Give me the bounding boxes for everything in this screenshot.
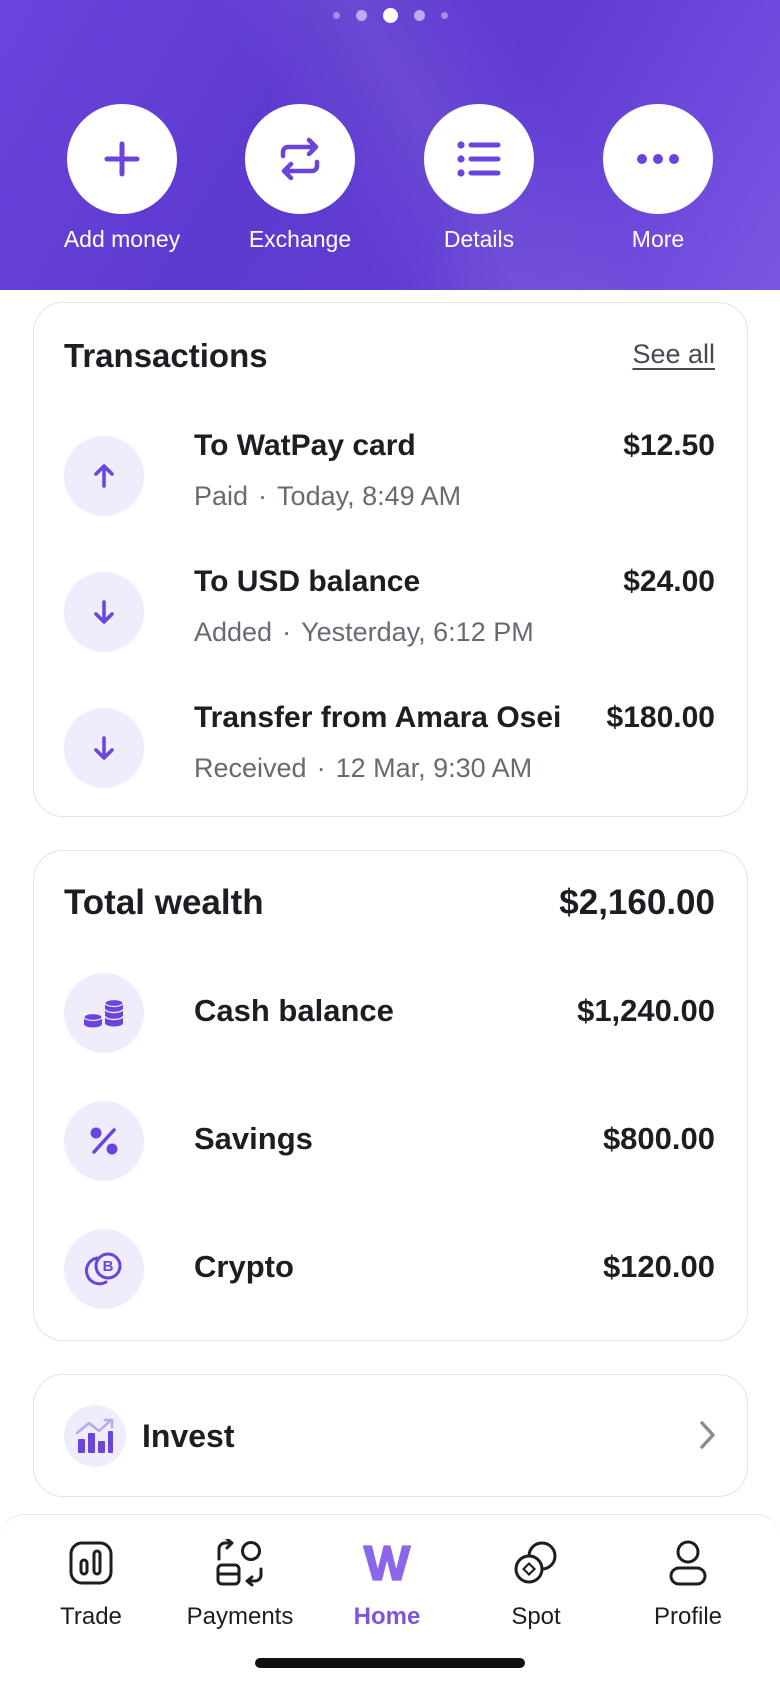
payments-icon (214, 1537, 266, 1589)
transaction-time: Today, 8:49 AM (277, 481, 462, 511)
arrow-down-icon (94, 600, 114, 624)
arrow-up-icon (94, 464, 114, 488)
invest-icon-bubble (64, 1405, 126, 1467)
transactions-card: Transactions See all To WatPay card Paid… (33, 302, 748, 817)
bottom-navigation: Trade Payments Home Spot Profile (0, 1514, 780, 1688)
transaction-title: To USD balance (194, 565, 421, 598)
total-wealth-amount: $2,160.00 (559, 883, 715, 922)
trade-icon (65, 1537, 117, 1589)
carousel-page-indicator (0, 8, 780, 23)
total-wealth-card[interactable]: Total wealth $2,160.00 Cash balance $1,2… (33, 850, 748, 1341)
invest-label: Invest (142, 1418, 235, 1454)
wealth-icon-bubble (64, 973, 144, 1053)
add-money-circle[interactable] (67, 104, 177, 214)
wealth-icon-bubble: B (64, 1229, 144, 1309)
nav-item-home[interactable]: Home (312, 1537, 462, 1631)
separator-dot: · (258, 481, 268, 511)
svg-text:B: B (103, 1258, 114, 1275)
more-button[interactable]: More (568, 104, 748, 253)
home-logo-icon (361, 1537, 413, 1589)
header-banner: Add money Exchange Details More (0, 0, 780, 290)
nav-item-trade[interactable]: Trade (16, 1537, 166, 1631)
transaction-status: Paid (194, 481, 249, 511)
wealth-label: Cash balance (194, 993, 394, 1028)
transaction-status: Added (194, 617, 273, 647)
separator-dot: · (316, 753, 326, 783)
details-button[interactable]: Details (389, 104, 569, 253)
details-label: Details (443, 226, 515, 252)
transaction-icon-bubble (64, 436, 144, 516)
wealth-amount: $1,240.00 (577, 993, 715, 1028)
nav-label: Payments (186, 1603, 294, 1630)
transaction-amount: $12.50 (623, 429, 715, 462)
more-label: More (631, 226, 685, 252)
exchange-label: Exchange (248, 226, 352, 252)
transaction-icon-bubble (64, 708, 144, 788)
nav-item-profile[interactable]: Profile (613, 1537, 763, 1631)
nav-label: Home (353, 1603, 421, 1630)
more-circle[interactable] (603, 104, 713, 214)
home-indicator-bar[interactable] (255, 1658, 525, 1668)
wealth-row-cash[interactable]: Cash balance $1,240.00 (64, 973, 715, 1053)
more-dots-icon (637, 154, 679, 164)
nav-label: Spot (511, 1603, 561, 1630)
nav-item-spot[interactable]: Spot (461, 1537, 611, 1631)
list-icon (457, 141, 501, 177)
transaction-subtitle: Added · Yesterday, 6:12 PM (194, 617, 534, 648)
coins-icon (83, 998, 124, 1028)
transaction-title: To WatPay card (194, 429, 416, 462)
transaction-icon-bubble (64, 572, 144, 652)
transaction-amount: $24.00 (623, 565, 715, 598)
nav-label: Profile (653, 1603, 723, 1630)
wealth-row-savings[interactable]: Savings $800.00 (64, 1101, 715, 1181)
wealth-label: Savings (194, 1121, 313, 1156)
carousel-dot-active[interactable] (382, 8, 398, 23)
transaction-status: Received (194, 753, 307, 783)
exchange-circle[interactable] (245, 104, 355, 214)
spot-icon (510, 1537, 562, 1589)
bitcoin-icon: B (84, 1252, 122, 1286)
profile-icon (662, 1537, 714, 1589)
details-circle[interactable] (424, 104, 534, 214)
nav-item-payments[interactable]: Payments (165, 1537, 315, 1631)
add-money-button[interactable]: Add money (32, 104, 212, 253)
quick-actions: Add money Exchange Details More (0, 104, 780, 264)
carousel-dot[interactable] (413, 10, 425, 21)
transaction-title: Transfer from Amara Osei (194, 701, 562, 734)
arrow-down-icon (94, 736, 114, 760)
carousel-dot[interactable] (332, 12, 340, 19)
transaction-time: Yesterday, 6:12 PM (301, 617, 534, 647)
exchange-icon (280, 137, 320, 181)
wealth-amount: $120.00 (602, 1249, 715, 1284)
separator-dot: · (282, 617, 292, 647)
wealth-row-crypto[interactable]: B Crypto $120.00 (64, 1229, 715, 1309)
transaction-row[interactable]: To USD balance Added · Yesterday, 6:12 PM … (64, 565, 715, 655)
transaction-row[interactable]: Transfer from Amara Osei Received · 12 Mar… (64, 701, 715, 791)
add-money-label: Add money (63, 226, 181, 252)
transaction-row[interactable]: To WatPay card Paid · Today, 8:49 AM $12.5… (64, 429, 715, 519)
transaction-time: 12 Mar, 9:30 AM (335, 753, 533, 783)
total-wealth-title: Total wealth (64, 883, 264, 922)
plus-icon (104, 141, 140, 177)
transaction-subtitle: Received · 12 Mar, 9:30 AM (194, 753, 532, 784)
percent-icon (90, 1127, 118, 1155)
see-all-link[interactable]: See all (632, 339, 715, 370)
bar-chart-growth-icon (75, 1418, 114, 1453)
invest-card[interactable]: Invest (33, 1374, 748, 1497)
wealth-icon-bubble (64, 1101, 144, 1181)
wealth-label: Crypto (194, 1249, 294, 1284)
transaction-subtitle: Paid · Today, 8:49 AM (194, 481, 461, 512)
wealth-amount: $800.00 (602, 1121, 715, 1156)
chevron-right-icon (700, 1421, 715, 1449)
transactions-title: Transactions (64, 337, 268, 374)
carousel-dot[interactable] (355, 10, 367, 21)
carousel-dot[interactable] (440, 12, 448, 19)
nav-label: Trade (60, 1603, 122, 1630)
transaction-amount: $180.00 (606, 701, 715, 734)
exchange-button[interactable]: Exchange (210, 104, 390, 253)
